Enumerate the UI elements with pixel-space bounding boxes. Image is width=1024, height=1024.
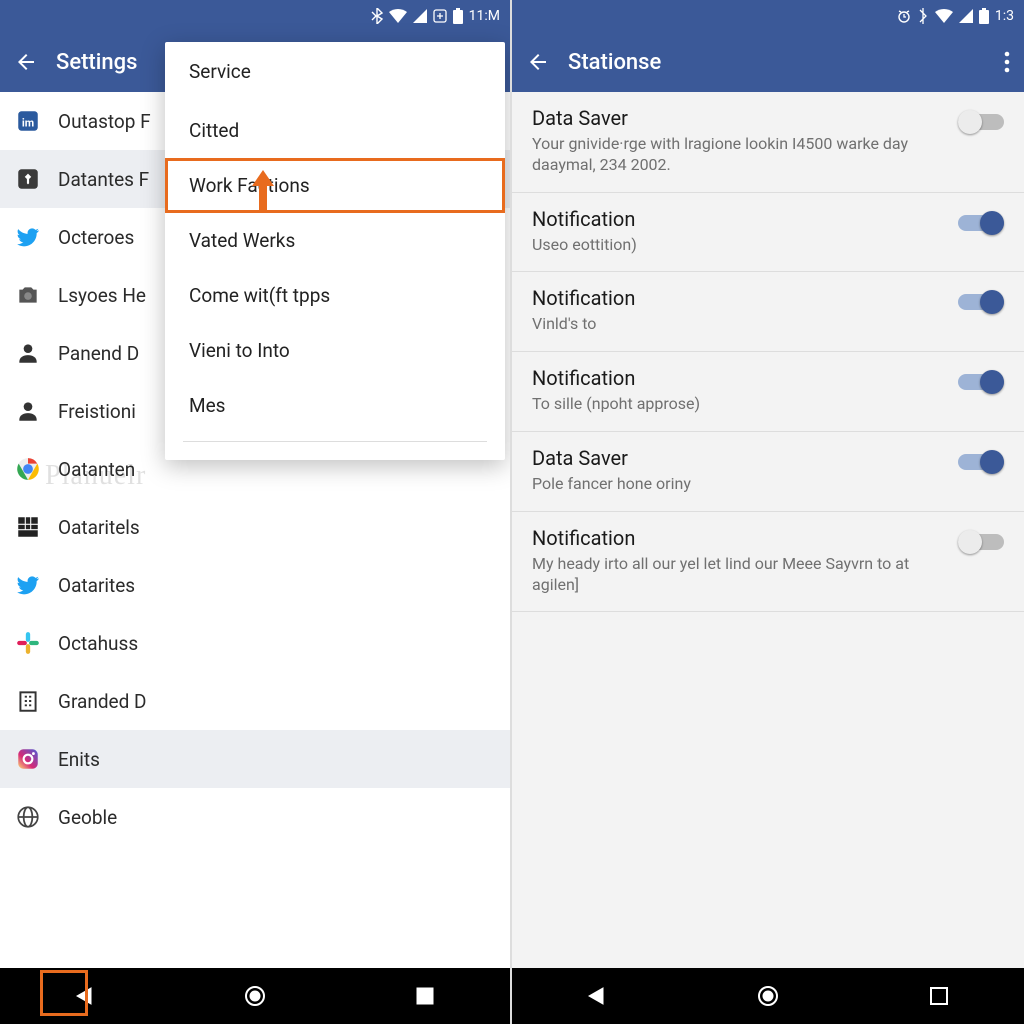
bt-icon	[917, 8, 929, 24]
list-item-label: Geoble	[58, 806, 117, 829]
grid-dark-icon	[14, 513, 42, 541]
left-pane: 11:M Settings im Outastop F Datantes F Octe…	[0, 0, 512, 1024]
list-item[interactable]: Octahuss	[0, 614, 510, 672]
setting-title: Data Saver	[532, 106, 948, 130]
popup-header: Service	[165, 60, 505, 103]
nav-recent-button[interactable]	[919, 976, 959, 1016]
list-item-label: Lsyoes He	[58, 284, 146, 307]
svg-text:im: im	[22, 116, 34, 129]
signal-icon	[959, 9, 973, 23]
back-icon[interactable]	[526, 50, 550, 74]
toggle-switch[interactable]	[958, 530, 1004, 556]
setting-title: Notification	[532, 366, 948, 390]
appbar-title-right: Stationse	[568, 50, 661, 75]
setting-item[interactable]: Notification My heady irto all our yel le…	[512, 512, 1024, 613]
extra-icon	[433, 9, 447, 23]
popup-item[interactable]: Citted	[165, 103, 505, 158]
twitter-icon	[14, 571, 42, 599]
toggle-switch[interactable]	[958, 211, 1004, 237]
nav-back-highlight	[40, 970, 88, 1016]
list-item-label: Oatanten	[58, 458, 135, 481]
setting-item[interactable]: Notification Useo eottition)	[512, 193, 1024, 273]
setting-subtitle: To sille (npoht approse)	[532, 394, 948, 415]
battery-icon	[979, 8, 989, 24]
appbar-title-left: Settings	[56, 50, 137, 75]
arrow-up-icon	[250, 170, 276, 214]
setting-title: Notification	[532, 207, 948, 231]
list-item-label: Oatarites	[58, 574, 135, 597]
popup-menu: Service CittedWork FactionsVated WerksCo…	[165, 42, 505, 460]
setting-item[interactable]: Data Saver Pole fancer hone oriny	[512, 432, 1024, 512]
status-bar-left: 11:M	[0, 0, 510, 32]
chrome-icon	[14, 455, 42, 483]
toggle-switch[interactable]	[958, 110, 1004, 136]
globe-icon	[14, 803, 42, 831]
signal-icon	[413, 9, 427, 23]
popup-item[interactable]: Work Factions	[165, 158, 505, 213]
setting-title: Notification	[532, 526, 948, 550]
doc-blue-icon: im	[14, 107, 42, 135]
status-time-left: 11:M	[469, 8, 500, 24]
camera-grey-icon	[14, 281, 42, 309]
settings-list-right[interactable]: Data Saver Your gnivide·rge with lragione…	[512, 92, 1024, 968]
navbar-right	[512, 968, 1024, 1024]
setting-subtitle: Pole fancer hone oriny	[532, 474, 948, 495]
setting-subtitle: Your gnivide·rge with lragione lookin I4…	[532, 134, 948, 176]
divider	[183, 441, 487, 442]
list-item[interactable]: Geoble	[0, 788, 510, 846]
popup-item[interactable]: Mes	[165, 378, 505, 433]
popup-item[interactable]: Vated Werks	[165, 213, 505, 268]
setting-title: Data Saver	[532, 446, 948, 470]
list-item[interactable]: Oatarites	[0, 556, 510, 614]
instagram-icon	[14, 745, 42, 773]
toggle-switch[interactable]	[958, 450, 1004, 476]
nav-home-button[interactable]	[748, 976, 788, 1016]
person-dark-icon	[14, 397, 42, 425]
nav-back-button[interactable]	[577, 976, 617, 1016]
status-bar-right: 1:3	[512, 0, 1024, 32]
pin-dark-icon	[14, 165, 42, 193]
battery-icon	[453, 8, 463, 24]
setting-subtitle: Useo eottition)	[532, 235, 948, 256]
wifi-icon	[389, 9, 407, 23]
list-item-label: Panend D	[58, 342, 139, 365]
list-item[interactable]: Oataritels	[0, 498, 510, 556]
setting-subtitle: Vinld's to	[532, 314, 948, 335]
alarm-icon	[897, 9, 911, 23]
toggle-switch[interactable]	[958, 370, 1004, 396]
popup-item[interactable]: Come wit(ft tpps	[165, 268, 505, 323]
wifi-icon	[935, 9, 953, 23]
appbar-right: Stationse	[512, 32, 1024, 92]
person-dark-icon	[14, 339, 42, 367]
toggle-switch[interactable]	[958, 290, 1004, 316]
setting-item[interactable]: Notification To sille (npoht approse)	[512, 352, 1024, 432]
nav-recent-button[interactable]	[405, 976, 445, 1016]
list-item-label: Outastop F	[58, 110, 151, 133]
setting-item[interactable]: Data Saver Your gnivide·rge with lragione…	[512, 92, 1024, 193]
setting-title: Notification	[532, 286, 948, 310]
status-time-right: 1:3	[995, 8, 1014, 24]
building-icon	[14, 687, 42, 715]
twitter-icon	[14, 223, 42, 251]
list-item-label: Freistioni	[58, 400, 136, 423]
setting-item[interactable]: Notification Vinld's to	[512, 272, 1024, 352]
list-item-label: Oataritels	[58, 516, 140, 539]
slack-icon	[14, 629, 42, 657]
list-item-label: Octeroes	[58, 226, 134, 249]
list-item-label: Octahuss	[58, 632, 138, 655]
popup-item[interactable]: Vieni to Into	[165, 323, 505, 378]
list-item-label: Granded D	[58, 690, 147, 713]
right-pane: 1:3 Stationse Data Saver Your gnivide·rge…	[512, 0, 1024, 1024]
list-item[interactable]: Enits	[0, 730, 510, 788]
nav-home-button[interactable]	[235, 976, 275, 1016]
bluetooth-icon	[371, 8, 383, 24]
list-item[interactable]: Granded D	[0, 672, 510, 730]
setting-subtitle: My heady irto all our yel let lind our M…	[532, 554, 948, 596]
list-item-label: Enits	[58, 748, 100, 771]
back-icon[interactable]	[14, 50, 38, 74]
overflow-menu-icon[interactable]	[1004, 51, 1010, 73]
list-item-label: Datantes F	[58, 168, 149, 191]
